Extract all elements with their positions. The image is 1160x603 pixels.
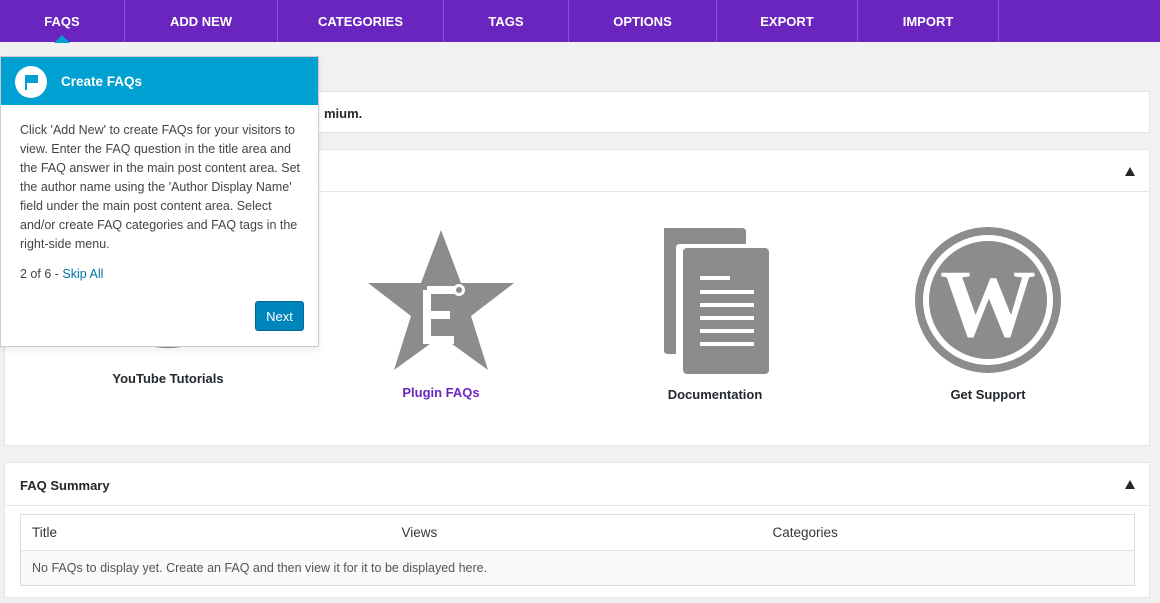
plugin-faqs-link[interactable]: Plugin FAQs [341,385,541,400]
top-nav: FAQS ADD NEW CATEGORIES TAGS OPTIONS EXP… [0,0,1160,43]
skip-all-link[interactable]: Skip All [62,267,103,281]
next-button[interactable]: Next [255,301,304,331]
tab-categories[interactable]: CATEGORIES [278,0,444,42]
pointer-header: Create FAQs [1,57,318,105]
tab-import[interactable]: IMPORT [858,0,999,42]
faq-summary-table: Title Views Categories No FAQs to displa… [20,514,1135,586]
flag-icon [15,66,47,98]
tab-add-new[interactable]: ADD NEW [125,0,278,42]
collapse-toggle-icon[interactable] [1125,167,1135,176]
wordpress-icon: W [915,227,1061,373]
notice-text: mium. [324,106,363,121]
faq-summary-header: FAQ Summary [5,463,1149,506]
tour-pointer: Create FAQs Click 'Add New' to create FA… [0,56,319,347]
youtube-tutorials-label: YouTube Tutorials [112,371,224,386]
collapse-toggle-icon[interactable] [1125,480,1135,489]
column-categories: Categories [761,514,1135,551]
empty-message: No FAQs to display yet. Create an FAQ an… [20,550,1135,586]
column-title: Title [20,514,391,551]
pointer-title: Create FAQs [61,74,143,89]
star-icon [368,230,514,370]
column-views: Views [390,514,762,551]
get-support-item[interactable]: W Get Support [888,226,1088,402]
plugin-faqs-item[interactable]: Plugin FAQs [341,228,541,400]
step-counter: 2 of 6 - [20,267,63,281]
table-header-row: Title Views Categories [20,514,1135,551]
faq-summary-panel: FAQ Summary Title Views Categories No FA… [4,462,1150,598]
tab-export[interactable]: EXPORT [717,0,858,42]
pointer-step: 2 of 6 - Skip All [20,267,103,281]
tab-faqs[interactable]: FAQS [0,0,125,43]
table-row: No FAQs to display yet. Create an FAQ an… [20,550,1135,586]
documentation-label: Documentation [667,387,763,402]
tab-tags[interactable]: TAGS [444,0,569,42]
document-icon [664,228,769,374]
documentation-item[interactable]: Documentation [615,226,815,402]
get-support-label: Get Support [950,387,1026,402]
svg-text:W: W [940,250,1036,357]
faq-summary-title: FAQ Summary [20,478,110,493]
tab-options[interactable]: OPTIONS [569,0,717,42]
pointer-body: Click 'Add New' to create FAQs for your … [20,123,301,251]
